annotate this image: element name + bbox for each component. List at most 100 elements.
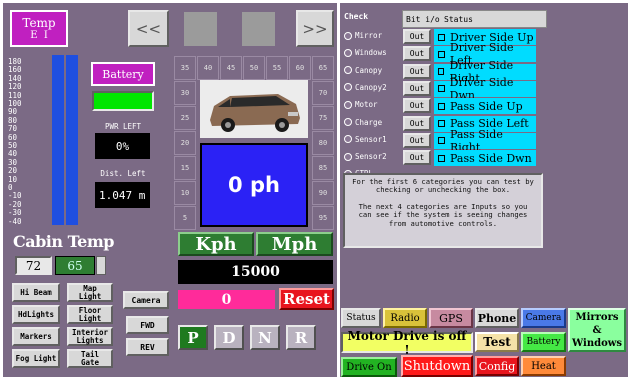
check-item-canopy[interactable]: Canopy xyxy=(344,62,398,78)
cabin-temp-spinner[interactable] xyxy=(96,256,106,275)
bit-io-header: Bit i/o xyxy=(406,14,440,24)
gear-d-button[interactable]: D xyxy=(214,325,244,350)
speed-tick: 55 xyxy=(266,56,288,80)
radio-circle-icon xyxy=(344,100,352,109)
motor-drive-message-text: Motor Drive is off ! xyxy=(347,328,467,357)
prev-button[interactable]: << xyxy=(128,10,169,47)
status-row[interactable]: Pass Side Up xyxy=(434,98,536,115)
check-item-sensor1[interactable]: Sensor1 xyxy=(344,131,398,147)
phone-label: Phone xyxy=(477,311,517,325)
out-button[interactable]: Out xyxy=(403,115,431,131)
phone-button[interactable]: Phone xyxy=(475,308,519,328)
speed-tick: 5 xyxy=(174,206,196,230)
out-button[interactable]: Out xyxy=(403,29,431,44)
shutdown-button[interactable]: Shutdown xyxy=(401,355,473,377)
config-button[interactable]: Config xyxy=(475,356,519,376)
check-item-motor[interactable]: Motor xyxy=(344,97,398,113)
checkbox-icon[interactable] xyxy=(438,102,445,110)
light-button-hd-lights[interactable]: HdLights xyxy=(12,305,60,324)
gps-button[interactable]: GPS xyxy=(429,308,473,328)
rev-label: REV xyxy=(140,342,155,352)
status-header: Bit i/o Status xyxy=(402,10,547,28)
check-item-windows[interactable]: Windows xyxy=(344,45,398,61)
check-item-label: Windows xyxy=(355,48,387,58)
help-text-2: The next 4 categories are Inputs so you … xyxy=(358,201,528,228)
checkbox-icon[interactable] xyxy=(438,120,445,127)
checkbox-icon[interactable] xyxy=(438,154,445,162)
gear-label: D xyxy=(222,328,236,347)
odometer-value: 15000 xyxy=(231,264,280,280)
battery-button[interactable]: Battery xyxy=(91,62,155,86)
mph-label: Mph xyxy=(271,233,318,255)
check-item-label: Mirror xyxy=(355,31,383,40)
check-header: Check xyxy=(344,12,369,21)
battery-menu-button[interactable]: Battery xyxy=(521,332,566,352)
next-button[interactable]: >> xyxy=(296,10,334,47)
check-item-charge[interactable]: Charge xyxy=(344,114,398,130)
status-label: Pass Side Up xyxy=(450,99,523,113)
gear-n-button[interactable]: N xyxy=(250,325,280,350)
mph-button[interactable]: Mph xyxy=(256,232,333,256)
speed-tick: 20 xyxy=(174,131,196,155)
speed-tick: 95 xyxy=(312,206,334,230)
status-button[interactable]: Status xyxy=(341,308,381,328)
check-item-canopy2[interactable]: Canopy2 xyxy=(344,79,398,95)
fwd-button[interactable]: FWD xyxy=(126,316,169,334)
test-button[interactable]: Test xyxy=(475,332,519,352)
status-row[interactable]: Driver Side Dwn xyxy=(434,76,536,102)
gear-label: P xyxy=(187,328,199,347)
drive-on-label: Drive On xyxy=(346,361,392,373)
checkbox-icon[interactable] xyxy=(438,33,445,41)
drive-on-button[interactable]: Drive On xyxy=(341,357,397,377)
light-button-floor-light[interactable]: Floor Light xyxy=(67,305,113,324)
light-button-tail-gate[interactable]: Tail Gate xyxy=(67,349,113,368)
gear-p-button[interactable]: P xyxy=(178,325,208,350)
light-button-markers[interactable]: Markers xyxy=(12,327,60,346)
cabin-temp-actual-value: 72 xyxy=(25,258,42,273)
radio-circle-icon xyxy=(344,135,352,144)
out-button[interactable]: Out xyxy=(403,63,431,79)
speed-tick: 90 xyxy=(312,181,334,205)
light-button-hi-beam[interactable]: Hi Beam xyxy=(12,283,60,302)
rev-button[interactable]: REV xyxy=(126,338,169,356)
out-button[interactable]: Out xyxy=(403,98,431,114)
help-box: For the first 6 categories you can test … xyxy=(343,173,543,248)
check-item-sensor2[interactable]: Sensor2 xyxy=(344,149,398,165)
cabin-temp-set[interactable]: 65 xyxy=(55,256,95,275)
pwr-left-value: 0% xyxy=(95,133,150,159)
pwr-left-label: PWR LEFT xyxy=(104,121,142,131)
out-button[interactable]: Out xyxy=(403,132,431,148)
checkbox-icon[interactable] xyxy=(438,50,445,58)
gear-label: N xyxy=(258,328,272,347)
out-label: Out xyxy=(409,83,425,93)
radio-button[interactable]: Radio xyxy=(383,308,427,328)
camera-menu-button[interactable]: Camera xyxy=(521,308,566,328)
status-label: Status xyxy=(346,313,376,323)
camera-button[interactable]: Camera xyxy=(123,291,169,309)
out-label: Out xyxy=(409,32,425,41)
status-row[interactable]: Pass Side Dwn xyxy=(434,150,536,167)
checkbox-icon[interactable] xyxy=(438,137,445,145)
light-button-map-light[interactable]: Map Light xyxy=(67,283,113,302)
mirrors-windows-button[interactable]: Mirrors & Windows xyxy=(568,308,626,352)
gear-r-button[interactable]: R xyxy=(286,325,316,350)
light-button-interior-lights[interactable]: Interior Lights xyxy=(67,327,113,346)
trip-meter: 0 xyxy=(178,290,275,309)
speed-tick: 70 xyxy=(312,81,334,105)
heat-button[interactable]: Heat xyxy=(521,356,566,376)
checkbox-icon[interactable] xyxy=(438,85,445,93)
speed-tick: 30 xyxy=(174,81,196,105)
check-item-mirror[interactable]: Mirror xyxy=(344,28,398,43)
test-label: Test xyxy=(483,335,511,349)
speed-tick: 80 xyxy=(312,131,334,155)
check-item-label: Canopy xyxy=(355,65,383,75)
kph-button[interactable]: Kph xyxy=(178,232,254,256)
status-row[interactable]: Pass Side Right xyxy=(434,128,536,154)
light-button-fog-light[interactable]: Fog Light xyxy=(12,349,60,368)
out-button[interactable]: Out xyxy=(403,46,431,62)
out-button[interactable]: Out xyxy=(403,80,431,96)
reset-button[interactable]: Reset xyxy=(279,288,334,310)
out-button[interactable]: Out xyxy=(403,150,431,166)
checkbox-icon[interactable] xyxy=(438,68,445,76)
light-button-label: Interior Lights xyxy=(71,327,109,345)
